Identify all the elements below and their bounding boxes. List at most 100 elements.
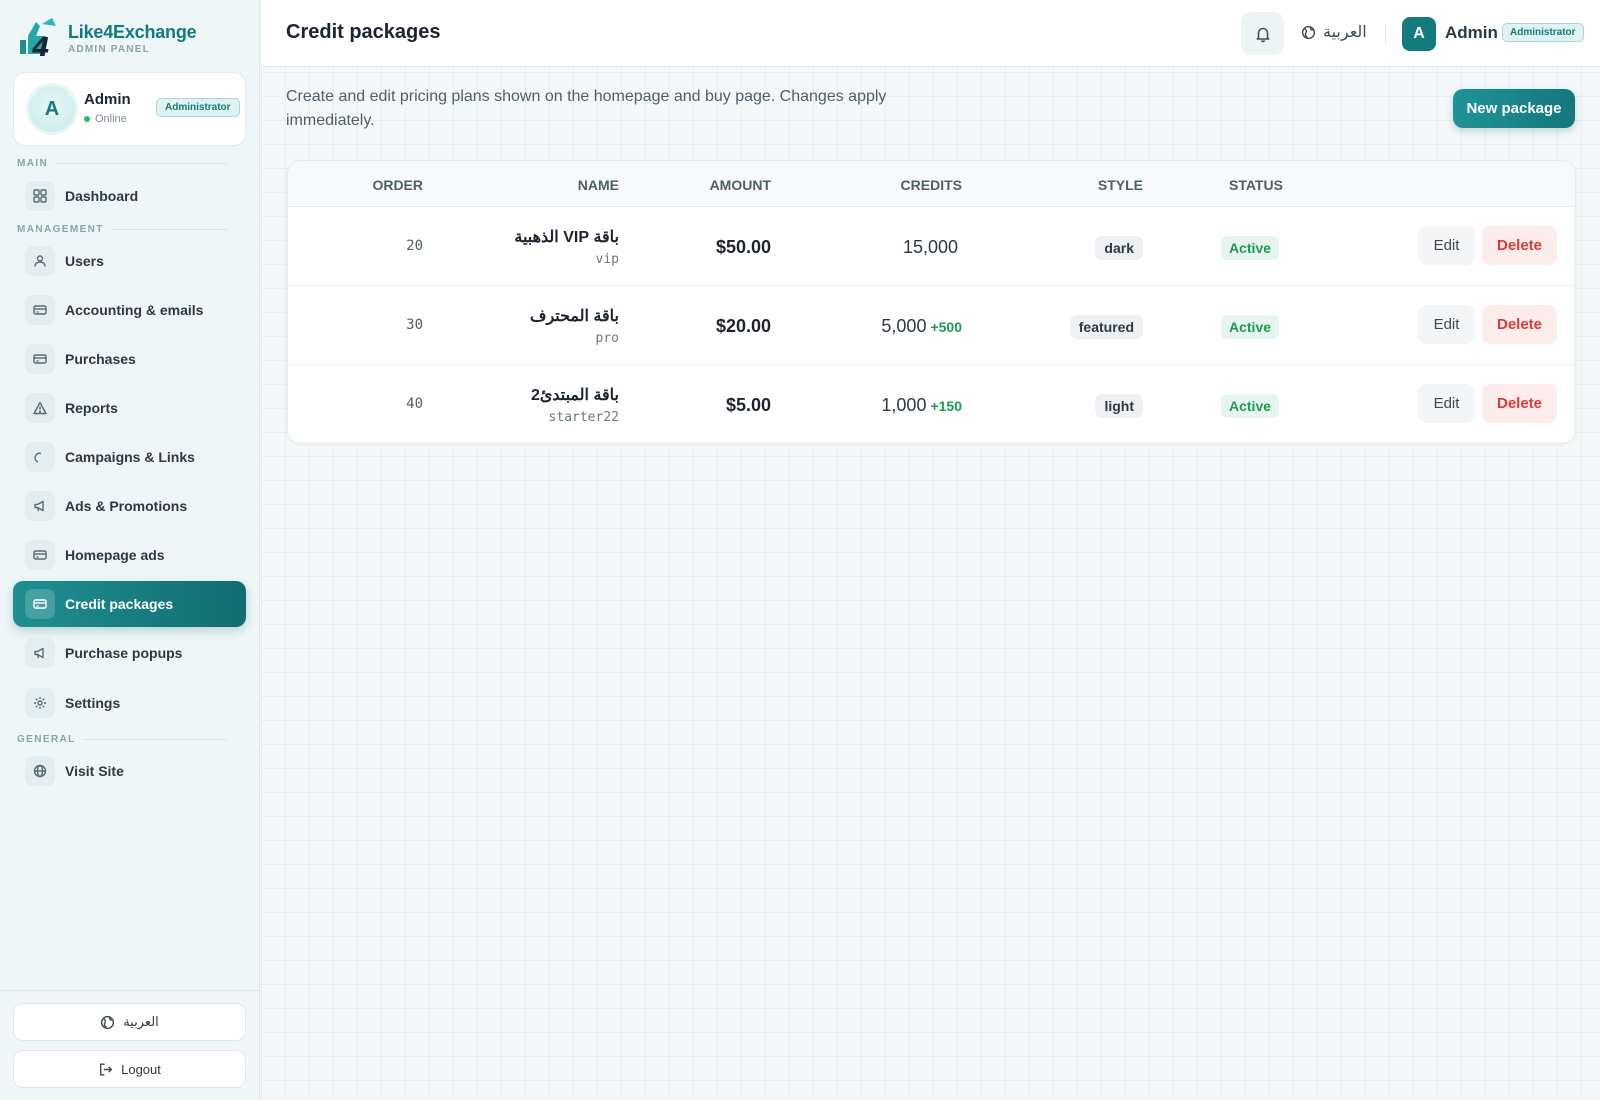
sidebar-item-credit-packages[interactable]: Credit packages bbox=[13, 581, 246, 627]
sidebar-item-label: Purchase popups bbox=[65, 645, 183, 661]
logout-icon bbox=[100, 1062, 113, 1076]
sidebar-item-campaigns[interactable]: Campaigns & Links bbox=[13, 434, 246, 480]
table-row: 40 باقة المبتدئ2 starter22 $5.00 1,000 +1… bbox=[288, 365, 1575, 443]
sidebar-item-label: Dashboard bbox=[65, 188, 139, 204]
gear-icon bbox=[25, 688, 55, 718]
column-header-credits[interactable]: CREDITS bbox=[901, 177, 962, 193]
sidebar-item-purchase-popups[interactable]: Purchase popups bbox=[13, 630, 246, 676]
status-badge: Active bbox=[1221, 315, 1280, 339]
role-badge: Administrator bbox=[1502, 23, 1584, 42]
credits-cell: 5,000 +500 bbox=[881, 316, 962, 337]
page-description: Create and edit pricing plans shown on t… bbox=[286, 88, 887, 129]
edit-button[interactable]: Edit bbox=[1418, 305, 1475, 344]
grid-icon bbox=[25, 181, 55, 211]
main-content: Credit packages العربية A Admin Administ… bbox=[261, 0, 1600, 1100]
card-icon bbox=[25, 540, 55, 570]
credits-value: 1,000 bbox=[881, 395, 927, 415]
logout-button[interactable]: Logout bbox=[13, 1050, 246, 1088]
edit-button[interactable]: Edit bbox=[1418, 226, 1475, 265]
delete-button[interactable]: Delete bbox=[1482, 384, 1557, 423]
column-header-name[interactable]: NAME bbox=[578, 177, 619, 193]
topbar: Credit packages العربية A Admin Administ… bbox=[261, 0, 1600, 67]
name-cell: باقة VIP الذهبية vip bbox=[514, 227, 619, 267]
order-cell: 40 bbox=[406, 396, 423, 412]
sidebar-item-label: Reports bbox=[65, 400, 118, 416]
sidebar-item-label: Homepage ads bbox=[65, 547, 165, 563]
brand-name: Like4Exchange bbox=[68, 21, 197, 42]
logout-label: Logout bbox=[121, 1061, 161, 1077]
delete-button[interactable]: Delete bbox=[1482, 305, 1557, 344]
language-label: العربية bbox=[1323, 24, 1367, 41]
globe-icon bbox=[1301, 25, 1316, 39]
card-icon bbox=[25, 589, 55, 619]
sidebar-item-label: Purchases bbox=[65, 351, 136, 367]
sidebar-item-label: Users bbox=[65, 253, 104, 269]
user-card[interactable]: A Admin Online Administrator bbox=[13, 72, 246, 146]
avatar[interactable]: A bbox=[1402, 17, 1436, 51]
notifications-button[interactable] bbox=[1241, 12, 1284, 55]
amount-cell: $5.00 bbox=[725, 395, 771, 415]
sidebar-item-accounting[interactable]: Accounting & emails bbox=[13, 287, 246, 333]
megaphone-icon bbox=[25, 491, 55, 521]
column-header-status[interactable]: STATUS bbox=[1229, 177, 1283, 193]
new-package-button[interactable]: New package bbox=[1453, 89, 1575, 128]
sidebar-item-visit-site[interactable]: Visit Site bbox=[13, 748, 246, 794]
name-cell: باقة المبتدئ2 starter22 bbox=[531, 385, 619, 425]
sidebar-item-purchases[interactable]: Purchases bbox=[13, 336, 246, 382]
sidebar-item-dashboard[interactable]: Dashboard bbox=[13, 173, 246, 219]
credits-value: 15,000 bbox=[902, 237, 958, 257]
sidebar-item-ads[interactable]: Ads & Promotions bbox=[13, 483, 246, 529]
edit-button[interactable]: Edit bbox=[1418, 384, 1475, 423]
bonus-credits: +150 bbox=[930, 398, 962, 414]
language-label: العربية bbox=[123, 1014, 159, 1029]
credits-value: 5,000 bbox=[881, 316, 927, 336]
sidebar-language-button[interactable]: العربية bbox=[13, 1003, 246, 1041]
globe-icon bbox=[25, 756, 55, 786]
sidebar-item-label: Visit Site bbox=[65, 763, 124, 779]
order-cell: 30 bbox=[406, 317, 423, 333]
svg-text:4: 4 bbox=[31, 33, 50, 60]
column-header-amount[interactable]: AMOUNT bbox=[710, 177, 771, 193]
bonus-credits: +500 bbox=[930, 319, 962, 335]
admin-name[interactable]: Admin bbox=[1445, 23, 1498, 43]
package-name: باقة المبتدئ2 bbox=[530, 387, 619, 404]
sidebar-item-label: Settings bbox=[65, 695, 121, 711]
style-badge: light bbox=[1095, 394, 1143, 418]
column-header-style[interactable]: STYLE bbox=[1098, 177, 1143, 193]
sidebar-item-label: Credit packages bbox=[65, 596, 174, 612]
sidebar-item-users[interactable]: Users bbox=[13, 238, 246, 284]
status-text: Online bbox=[95, 113, 127, 125]
brand[interactable]: 4 Like4Exchange ADMIN PANEL bbox=[16, 16, 197, 60]
language-switcher[interactable]: العربية bbox=[1301, 22, 1367, 42]
package-slug: pro bbox=[595, 331, 619, 346]
role-badge: Administrator bbox=[156, 98, 240, 117]
section-label-management: MANAGEMENT bbox=[17, 224, 227, 235]
sidebar-item-homepage-ads[interactable]: Homepage ads bbox=[13, 532, 246, 578]
user-name: Admin bbox=[84, 91, 131, 108]
brand-subtitle: ADMIN PANEL bbox=[68, 43, 150, 55]
status-badge: Active bbox=[1221, 236, 1280, 260]
card-icon bbox=[25, 295, 55, 325]
megaphone-icon bbox=[25, 638, 55, 668]
page-title: Credit packages bbox=[286, 21, 441, 43]
column-header-order[interactable]: ORDER bbox=[372, 177, 423, 193]
card-icon bbox=[25, 344, 55, 374]
order-cell: 20 bbox=[406, 238, 423, 254]
credits-cell: 15,000 bbox=[903, 237, 962, 258]
sidebar: 4 Like4Exchange ADMIN PANEL A Admin Onli… bbox=[0, 0, 260, 1100]
table-row: 30 باقة المحترف pro $20.00 5,000 +500 fea… bbox=[288, 286, 1575, 365]
section-label-general: GENERAL bbox=[17, 734, 227, 745]
logo-icon: 4 bbox=[16, 16, 60, 60]
sidebar-item-settings[interactable]: Settings bbox=[13, 680, 246, 726]
amount-cell: $20.00 bbox=[715, 316, 771, 336]
sidebar-item-label: Campaigns & Links bbox=[65, 449, 195, 465]
style-badge: featured bbox=[1069, 315, 1143, 339]
package-name: باقة المحترف bbox=[529, 308, 619, 325]
section-label-main: MAIN bbox=[17, 158, 227, 169]
sidebar-item-reports[interactable]: Reports bbox=[13, 385, 246, 431]
bell-icon bbox=[1256, 27, 1269, 42]
avatar: A bbox=[26, 83, 78, 135]
delete-button[interactable]: Delete bbox=[1482, 226, 1557, 265]
online-dot-icon bbox=[84, 116, 90, 122]
alert-triangle-icon bbox=[25, 393, 55, 423]
